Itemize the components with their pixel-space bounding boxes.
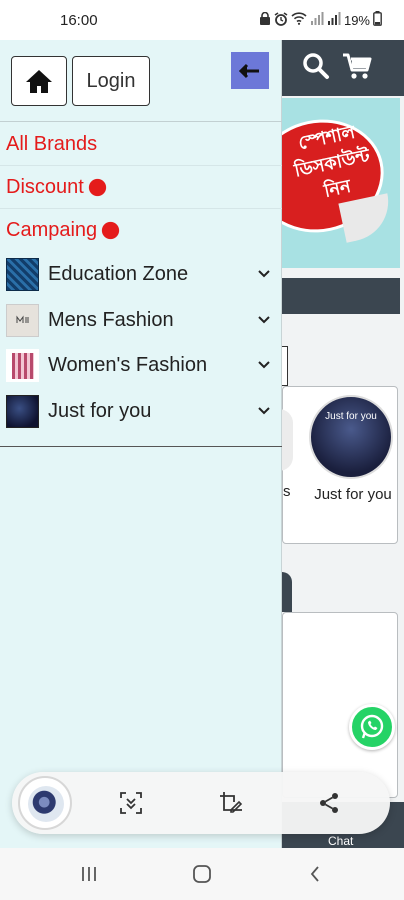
home-nav-icon <box>193 865 211 883</box>
promo-banner[interactable]: স্পেশাল ডিসকাউন্ট নিন <box>282 98 400 268</box>
signal-icon <box>327 12 341 28</box>
menu-item-womens-fashion[interactable]: Women's Fashion <box>6 345 274 385</box>
back-nav-icon <box>310 866 319 882</box>
battery-percent: 19% <box>343 12 370 28</box>
alarm-icon <box>274 11 288 29</box>
scroll-capture-button[interactable] <box>116 788 146 818</box>
whatsapp-button[interactable] <box>349 704 395 750</box>
cart-icon[interactable] <box>342 52 372 87</box>
whatsapp-icon <box>360 714 384 739</box>
crop-edit-icon <box>220 792 243 813</box>
share-button[interactable] <box>314 788 344 818</box>
menu-item-education-zone[interactable]: Education Zone <box>6 254 274 294</box>
category-card-label: Just for you <box>314 486 392 503</box>
back-nav-button[interactable] <box>300 862 330 886</box>
section-header-bar <box>282 278 400 314</box>
menu-item-all-brands[interactable]: All Brands <box>6 133 97 156</box>
crop-edit-button[interactable] <box>216 788 246 818</box>
sticker-peel <box>338 193 396 243</box>
lock-icon <box>259 11 271 28</box>
chevron-down-icon[interactable] <box>254 315 274 325</box>
mens-thumb <box>6 303 39 337</box>
side-drawer: Login All Brands Discount Campaing Educa… <box>0 40 282 848</box>
menu-item-label: Just for you <box>48 399 152 422</box>
chevron-down-icon[interactable] <box>254 406 274 416</box>
drawer-header: Login <box>0 40 282 122</box>
menu-item-label: Campaing <box>6 219 98 241</box>
category-partial-label: s <box>283 483 291 500</box>
menu-item-label: Education Zone <box>48 262 189 285</box>
chevron-down-icon[interactable] <box>254 269 274 279</box>
menu-item-mens-fashion[interactable]: Mens Fashion <box>6 300 274 340</box>
login-button[interactable]: Login <box>72 56 150 106</box>
menu-item-discount[interactable]: Discount <box>6 176 108 199</box>
screenshot-thumbnail[interactable] <box>18 776 72 830</box>
menu-item-label: All Brands <box>6 133 98 155</box>
menu-item-label: Women's Fashion <box>48 353 208 376</box>
section-tab <box>282 346 288 386</box>
category-card[interactable]: s Just for you Just for you <box>279 386 398 544</box>
divider <box>0 208 282 209</box>
arrow-left-icon <box>239 63 259 78</box>
menu-item-label: Mens Fashion <box>48 308 174 331</box>
screenshot-toolbar <box>12 772 390 834</box>
menu-item-campaign[interactable]: Campaing <box>6 219 122 242</box>
wifi-icon <box>291 12 307 28</box>
home-nav-button[interactable] <box>187 862 217 886</box>
new-badge-dot-icon <box>100 220 122 241</box>
recent-apps-button[interactable] <box>74 862 104 886</box>
chevron-down-icon[interactable] <box>254 360 274 370</box>
menu-item-just-for-you[interactable]: Just for you <box>6 391 274 431</box>
drawer-divider <box>0 446 282 447</box>
screenshot-preview-image <box>28 786 64 822</box>
just-for-you-thumb <box>6 394 39 428</box>
home-button[interactable] <box>11 56 67 106</box>
divider <box>0 165 282 166</box>
just-for-you-image[interactable]: Just for you <box>309 395 393 479</box>
status-time: 16:00 <box>60 11 98 29</box>
navigation-bar <box>0 848 404 900</box>
home-icon <box>26 70 52 93</box>
close-drawer-button[interactable] <box>231 52 269 89</box>
scroll-capture-icon <box>120 792 142 814</box>
section-tab-2 <box>282 572 292 612</box>
recent-apps-icon <box>82 867 96 881</box>
women-thumb <box>6 348 39 382</box>
search-icon[interactable] <box>302 52 330 87</box>
status-icons: 19% <box>259 11 382 29</box>
battery-icon <box>373 11 382 29</box>
chat-label[interactable]: Chat <box>328 834 353 848</box>
just-for-you-image-text: Just for you <box>325 411 377 422</box>
education-thumb <box>6 257 39 291</box>
new-badge-dot-icon <box>86 177 108 198</box>
menu-item-label: Discount <box>6 176 84 198</box>
status-bar: 16:00 19% <box>0 0 404 40</box>
signal-icon <box>310 12 324 28</box>
share-icon <box>320 793 338 813</box>
